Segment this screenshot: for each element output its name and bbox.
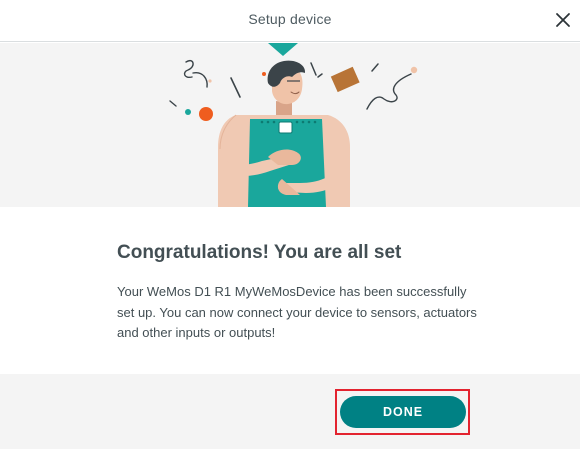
success-message: Your WeMos D1 R1 MyWeMosDevice has been …	[117, 284, 477, 340]
close-icon	[556, 13, 570, 27]
success-content: Congratulations! You are all set Your We…	[117, 240, 477, 344]
success-illustration	[0, 43, 580, 207]
close-button[interactable]	[552, 9, 574, 31]
success-heading: Congratulations! You are all set	[117, 242, 402, 263]
dialog-footer	[0, 374, 580, 449]
dialog-title: Setup device	[248, 11, 332, 27]
done-button[interactable]: DONE	[340, 396, 466, 428]
dialog-header: Setup device	[0, 0, 580, 42]
